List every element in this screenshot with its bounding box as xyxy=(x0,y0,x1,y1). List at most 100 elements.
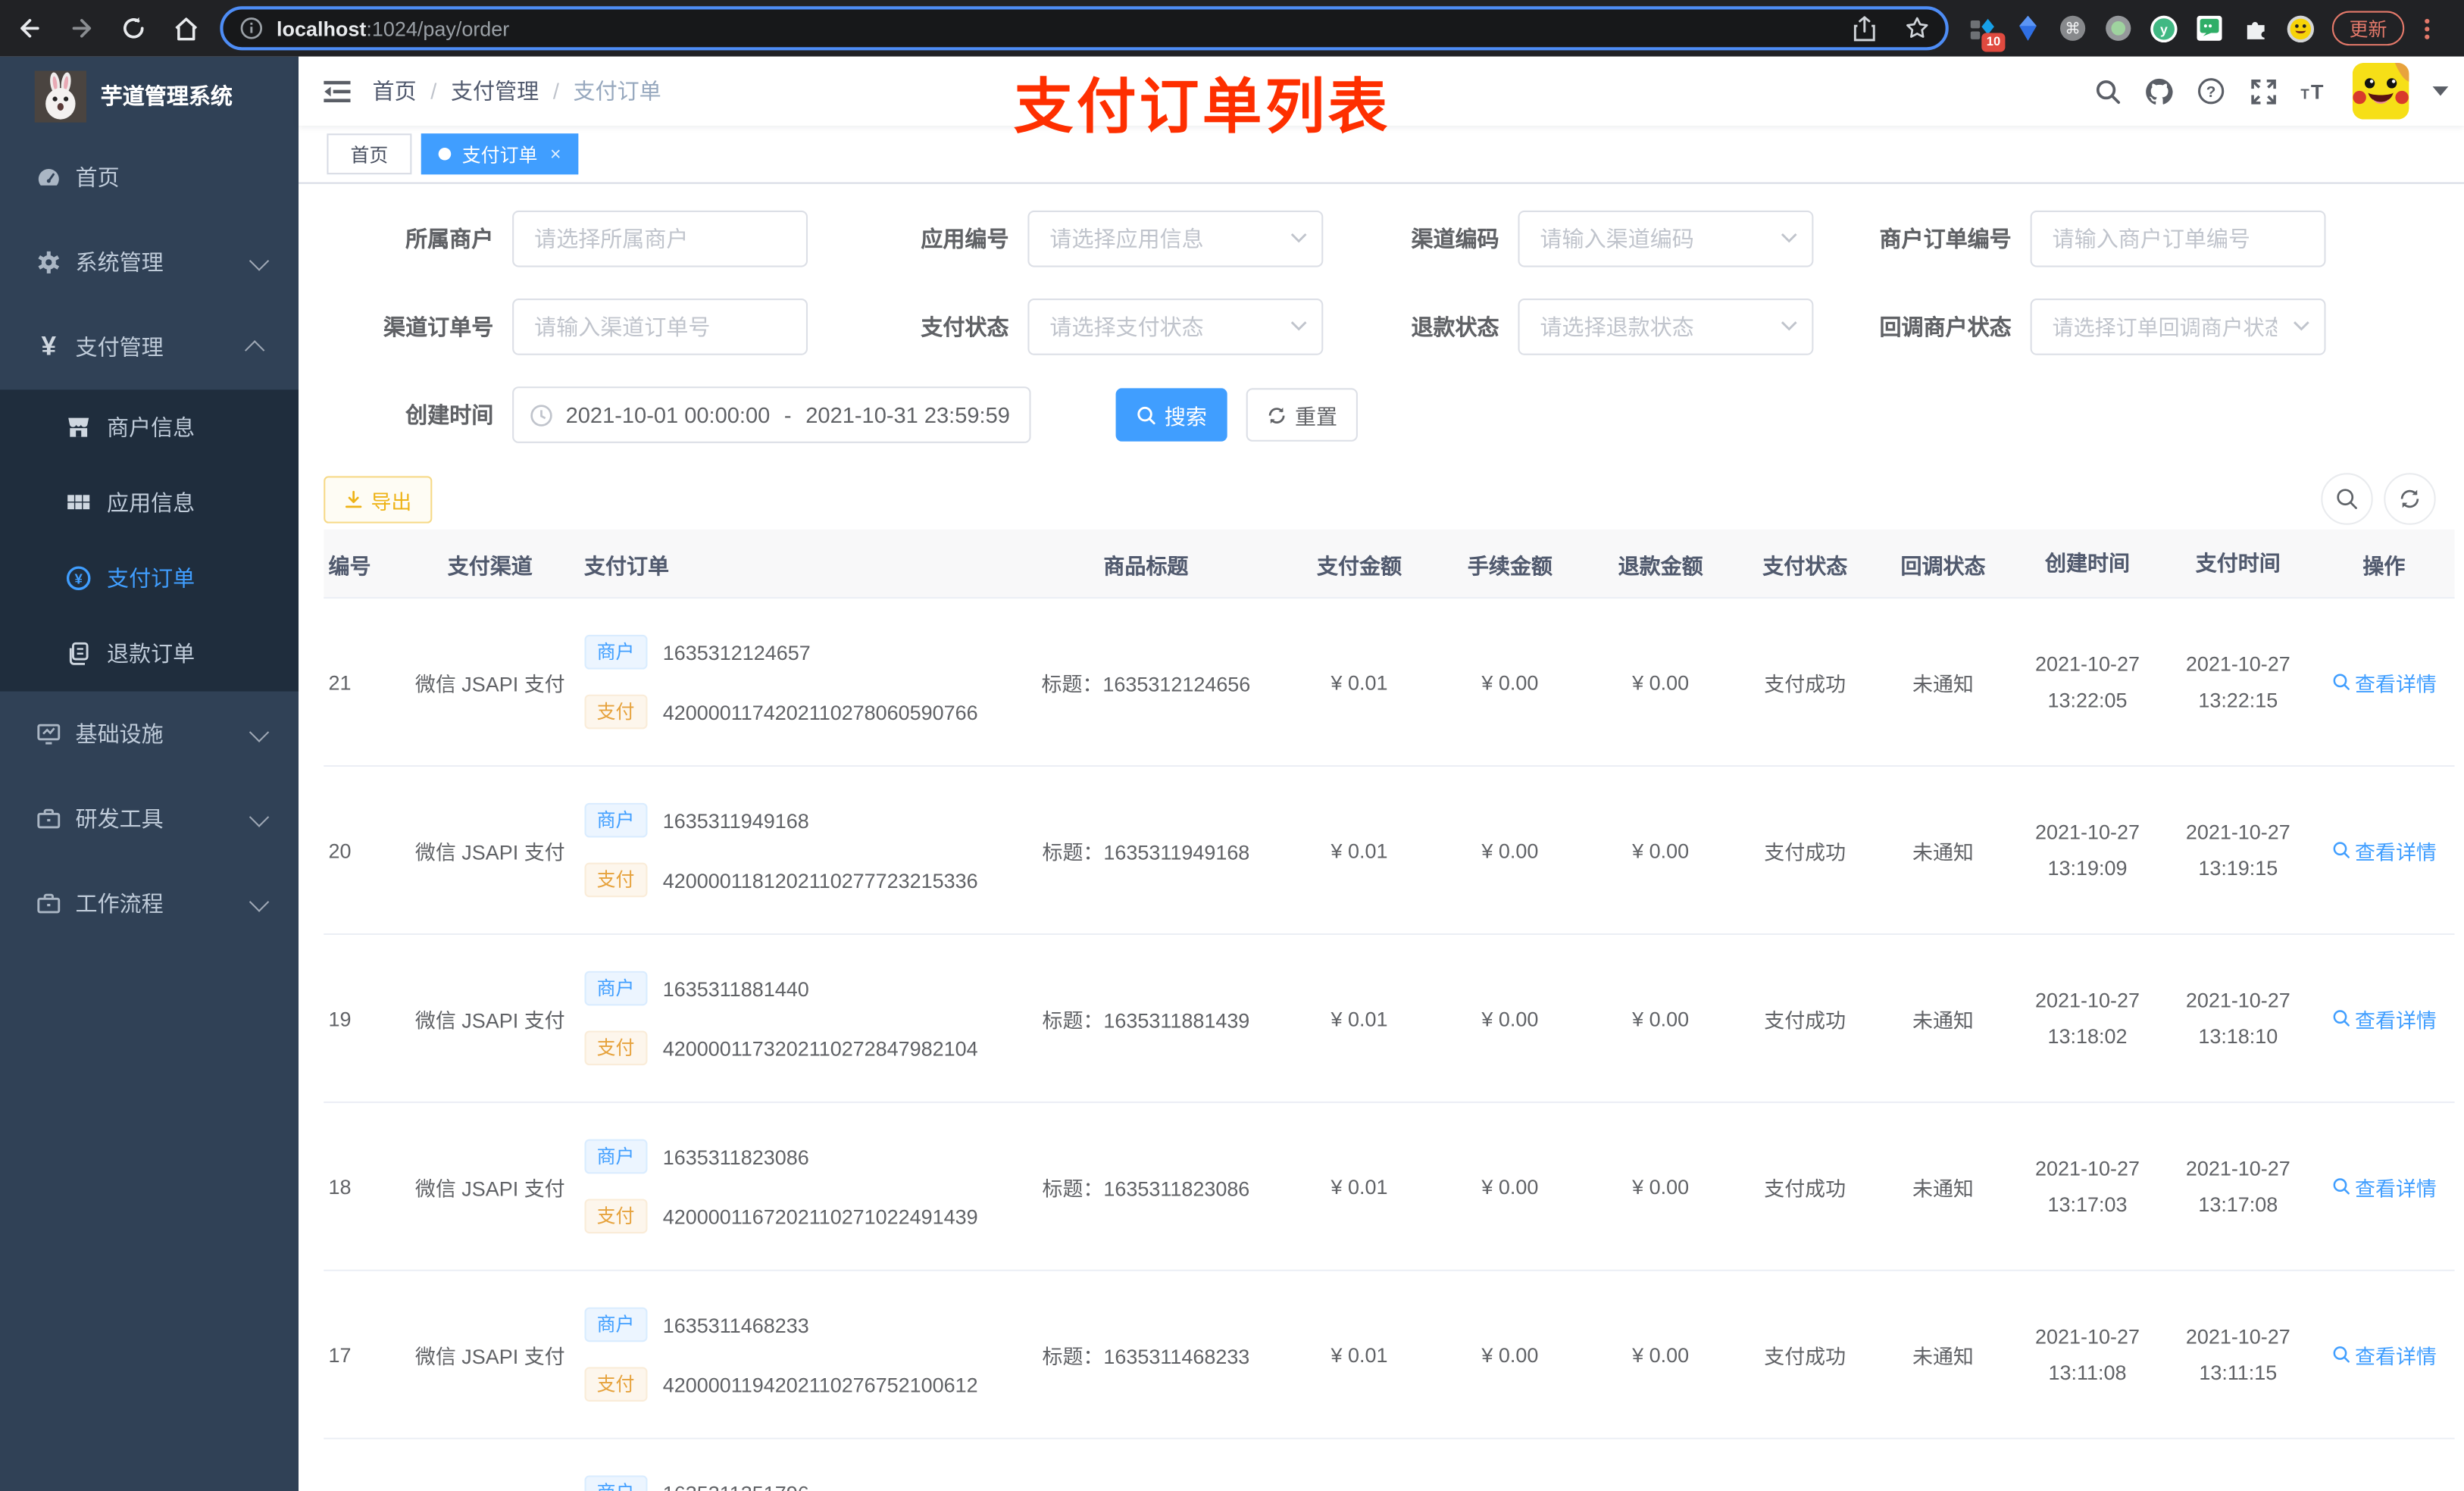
sidebar-item-merchant-info[interactable]: 商户信息 xyxy=(0,389,299,465)
address-bar[interactable]: localhost:1024/pay/order xyxy=(220,6,1949,51)
sidebar-menu: 首页 系统管理 ¥ 支付管理 商户信息 应用信息 ¥ 支付订单 退款订单 基础设… xyxy=(0,135,299,946)
tab-label: 首页 xyxy=(350,143,389,166)
table-row: 商户 1635311351796 支付 xyxy=(324,1439,2455,1491)
pay-status: 支付成功 xyxy=(1764,1176,1846,1200)
tab-home[interactable]: 首页 xyxy=(327,133,412,175)
update-button[interactable]: 更新 xyxy=(2331,11,2405,46)
merchant-filter-input[interactable] xyxy=(512,210,808,267)
ext-chat-icon[interactable] xyxy=(2195,14,2223,42)
back-icon[interactable] xyxy=(16,14,44,42)
pay-tag: 支付 xyxy=(584,1030,648,1066)
pay-time: 2021-10-27 13:17:08 xyxy=(2185,1156,2290,1217)
sidebar-item-pay-order[interactable]: ¥ 支付订单 xyxy=(0,540,299,616)
date-start: 2021-10-01 00:00:00 xyxy=(565,402,771,428)
pay-order-cell: 商户 1635312124657 支付 42000011742021102780… xyxy=(584,634,1008,730)
merchant-tag: 商户 xyxy=(584,971,648,1006)
ext-kite-icon[interactable] xyxy=(2013,14,2041,42)
field-label: 渠道订单号 xyxy=(383,314,494,339)
export-button[interactable]: 导出 xyxy=(324,476,433,524)
ext-command-icon[interactable]: ⌘ xyxy=(2059,14,2087,42)
notify-status: 未通知 xyxy=(1912,1176,1974,1200)
pay-amount: ¥ 0.01 xyxy=(1330,670,1388,694)
svg-text:y: y xyxy=(2160,21,2168,36)
date-range-input[interactable]: 2021-10-01 00:00:00 - 2021-10-31 23:59:5… xyxy=(512,386,1031,443)
refund-amount: ¥ 0.00 xyxy=(1632,1174,1690,1199)
bookmark-star-icon[interactable] xyxy=(1905,16,1930,41)
reset-button[interactable]: 重置 xyxy=(1246,388,1358,442)
refresh-icon[interactable] xyxy=(2384,473,2436,525)
notify-status: 未通知 xyxy=(1912,1008,1974,1032)
refund-status-select[interactable] xyxy=(1518,299,1814,355)
view-detail-link[interactable]: 查看详情 xyxy=(2331,1003,2437,1033)
ext-emoji-icon[interactable] xyxy=(2287,14,2315,42)
app-logo: 芋道管理系统 xyxy=(0,57,299,136)
merchant-order-no-input[interactable] xyxy=(2030,210,2326,267)
sidebar-item-dev-tools[interactable]: 研发工具 xyxy=(0,777,299,861)
avatar-caret-icon[interactable] xyxy=(2432,86,2449,96)
forward-icon[interactable] xyxy=(67,14,95,42)
pay-time: 2021-10-27 13:19:15 xyxy=(2185,820,2290,880)
reload-icon[interactable] xyxy=(120,14,148,42)
browser-menu-icon[interactable] xyxy=(2422,17,2433,39)
clock-icon xyxy=(530,403,553,427)
avatar[interactable] xyxy=(2352,62,2409,120)
help-icon[interactable]: ? xyxy=(2197,77,2225,105)
ext-record-icon[interactable] xyxy=(2104,14,2132,42)
column-header: 支付金额 xyxy=(1317,554,1402,578)
view-detail-link[interactable]: 查看详情 xyxy=(2331,1339,2437,1369)
chevron-down-icon xyxy=(249,806,270,827)
callback-status-select[interactable] xyxy=(2030,299,2326,355)
font-size-icon[interactable]: TT xyxy=(2300,77,2328,105)
logo-rabbit-image xyxy=(34,70,87,122)
product-title: 标题：1635311881439 xyxy=(1042,1008,1250,1032)
sidebar-item-app-info[interactable]: 应用信息 xyxy=(0,465,299,541)
filter-row-2: 渠道订单号 支付状态 退款状态 回调商户状态 xyxy=(324,299,2464,355)
home-icon[interactable] xyxy=(171,14,199,42)
pay-status-select[interactable] xyxy=(1027,299,1324,355)
magnifier-icon xyxy=(2331,1345,2350,1364)
view-detail-link[interactable]: 查看详情 xyxy=(2331,1171,2437,1201)
view-detail-link[interactable]: 查看详情 xyxy=(2331,667,2437,696)
filter-merchant: 所属商户 xyxy=(324,210,808,267)
ext-tag-icon[interactable]: 10 xyxy=(1968,14,2006,52)
ext-vue-devtools-icon[interactable]: y xyxy=(2150,14,2178,42)
app-filter-select[interactable] xyxy=(1027,210,1324,267)
filter-row-1: 所属商户 应用编号 渠道编码 商户订单编号 xyxy=(324,210,2464,267)
chevron-down-icon xyxy=(249,721,270,742)
pay-tag: 支付 xyxy=(584,1199,648,1234)
show-search-icon[interactable] xyxy=(2321,473,2373,525)
breadcrumb-item[interactable]: 首页 xyxy=(373,76,417,107)
close-icon[interactable]: × xyxy=(550,143,561,165)
github-icon[interactable] xyxy=(2145,77,2173,105)
breadcrumb: 首页 / 支付管理 / 支付订单 xyxy=(373,76,661,107)
notify-status: 未通知 xyxy=(1912,839,1974,864)
filter-refund-status: 退款状态 xyxy=(1358,299,1814,355)
product-title: 标题：1635312124656 xyxy=(1041,671,1251,695)
tab-pay-order[interactable]: 支付订单 × xyxy=(421,133,579,175)
fullscreen-icon[interactable] xyxy=(2249,77,2277,105)
column-header: 支付订单 xyxy=(584,554,670,578)
sidebar-item-pay[interactable]: ¥ 支付管理 xyxy=(0,305,299,389)
fee-amount: ¥ 0.00 xyxy=(1481,1343,1539,1367)
channel-code-select[interactable] xyxy=(1518,210,1814,267)
field-label: 应用编号 xyxy=(921,226,1009,252)
hamburger-icon[interactable] xyxy=(299,80,372,103)
ext-puzzle-icon[interactable] xyxy=(2241,14,2269,42)
sidebar-item-infra[interactable]: 基础设施 xyxy=(0,692,299,777)
grid-icon xyxy=(66,490,91,515)
shop-icon xyxy=(66,415,91,440)
merchant-tag: 商户 xyxy=(584,1475,648,1491)
share-icon[interactable] xyxy=(1853,15,1876,42)
sidebar-item-home[interactable]: 首页 xyxy=(0,135,299,220)
sidebar: 芋道管理系统 首页 系统管理 ¥ 支付管理 商户信息 应用信息 ¥ 支付订单 退… xyxy=(0,56,299,1491)
search-button[interactable]: 搜索 xyxy=(1115,388,1227,442)
sidebar-item-system[interactable]: 系统管理 xyxy=(0,220,299,305)
sidebar-item-workflow[interactable]: 工作流程 xyxy=(0,861,299,946)
search-icon[interactable] xyxy=(2093,77,2122,105)
info-icon[interactable] xyxy=(239,16,264,41)
pay-order-no: 4200001167202110271022491439 xyxy=(662,1204,978,1228)
breadcrumb-item[interactable]: 支付管理 xyxy=(451,76,539,107)
channel-order-no-input[interactable] xyxy=(512,299,808,355)
view-detail-link[interactable]: 查看详情 xyxy=(2331,835,2437,864)
sidebar-item-refund-order[interactable]: 退款订单 xyxy=(0,616,299,692)
